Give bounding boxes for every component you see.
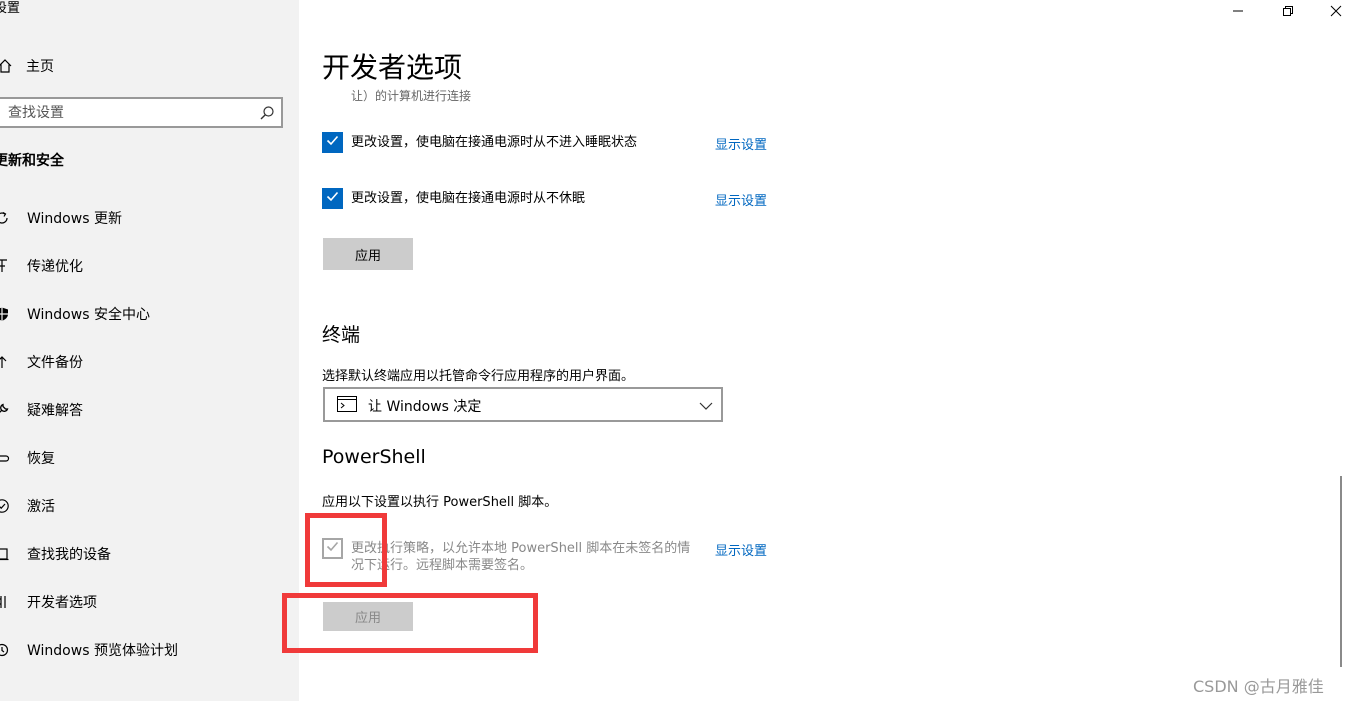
terminal-heading: 终端 [322, 324, 361, 346]
terminal-icon [337, 396, 357, 412]
no-hibernate-label: 更改设置，使电脑在接通电源时从不休眠 [351, 191, 586, 206]
check-circle-icon [0, 498, 10, 514]
show-settings-link[interactable]: 显示设置 [715, 190, 767, 209]
minimize-button[interactable] [1213, 0, 1263, 22]
restore-icon [1282, 2, 1294, 21]
powershell-heading: PowerShell [322, 446, 426, 468]
option-execution-policy: 更改执行策略，以允许本地 PowerShell 脚本在未签名的情况下运行。远程脚… [322, 538, 782, 578]
shield-icon [0, 306, 10, 322]
sidebar-item-security-center[interactable]: Windows 安全中心 [0, 294, 299, 334]
sidebar-home-label: 主页 [26, 59, 54, 75]
no-sleep-checkbox[interactable] [322, 132, 343, 153]
no-hibernate-checkbox[interactable] [322, 188, 343, 209]
checkmark-icon [325, 189, 340, 208]
developer-tools-icon [0, 594, 10, 610]
terminal-description: 选择默认终端应用以托管命令行应用程序的用户界面。 [322, 369, 635, 384]
sidebar-item-recovery[interactable]: 恢复 [0, 438, 299, 478]
sidebar-item-find-my-device[interactable]: 查找我的设备 [0, 534, 299, 574]
search-input[interactable] [0, 99, 250, 126]
sidebar-item-insider-program[interactable]: Windows 预览体验计划 [0, 630, 299, 670]
sidebar-item-windows-update[interactable]: Windows 更新 [0, 198, 299, 238]
home-icon [0, 57, 14, 75]
sidebar-item-label: 恢复 [27, 451, 55, 467]
checkmark-icon [325, 133, 340, 152]
delivery-optimization-icon [0, 258, 10, 274]
truncated-description: 让）的计算机进行连接 [351, 89, 472, 103]
app-title: 设置 [0, 1, 21, 16]
execution-policy-label: 更改执行策略，以允许本地 PowerShell 脚本在未签名的情况下运行。远程脚… [351, 541, 691, 573]
sidebar-item-delivery-optimization[interactable]: 传递优化 [0, 246, 299, 286]
sidebar-item-activation[interactable]: 激活 [0, 486, 299, 526]
sidebar-item-label: Windows 预览体验计划 [27, 643, 178, 659]
wrench-icon [0, 402, 10, 418]
restore-button[interactable] [1263, 0, 1313, 22]
page-title: 开发者选项 [322, 51, 463, 84]
sidebar-home[interactable]: 主页 [0, 52, 54, 80]
apply-button[interactable]: 应用 [323, 238, 413, 270]
option-no-sleep: 更改设置，使电脑在接通电源时从不进入睡眠状态 显示设置 [322, 132, 782, 154]
sidebar-item-troubleshoot[interactable]: 疑难解答 [0, 390, 299, 430]
watermark: CSDN @古月雅佳 [1193, 677, 1324, 696]
sidebar-item-label: 疑难解答 [27, 403, 83, 419]
close-icon [1330, 2, 1342, 21]
search-box[interactable] [0, 97, 283, 128]
sidebar-item-label: 开发者选项 [27, 595, 97, 611]
show-settings-link[interactable]: 显示设置 [715, 134, 767, 153]
scrollbar-thumb[interactable] [1340, 476, 1342, 667]
minimize-icon [1232, 2, 1244, 21]
settings-window: 设置 主页 更新和安全 Windows 更新 传递优化 [0, 0, 1345, 701]
find-device-icon [0, 546, 10, 562]
sidebar: 设置 主页 更新和安全 Windows 更新 传递优化 [0, 0, 299, 701]
section-title: 更新和安全 [0, 153, 64, 169]
terminal-dropdown-value: 让 Windows 决定 [368, 399, 482, 415]
close-button[interactable] [1311, 0, 1345, 22]
sidebar-item-label: 传递优化 [27, 259, 83, 275]
insider-icon [0, 642, 10, 658]
no-sleep-label: 更改设置，使电脑在接通电源时从不进入睡眠状态 [351, 135, 638, 150]
annotation-box-checkbox [305, 513, 387, 587]
chevron-down-icon [699, 398, 713, 412]
recovery-icon [0, 450, 10, 466]
sidebar-item-label: Windows 安全中心 [27, 307, 150, 323]
sidebar-item-label: 文件备份 [27, 355, 83, 371]
option-no-hibernate: 更改设置，使电脑在接通电源时从不休眠 显示设置 [322, 188, 782, 210]
sidebar-item-label: Windows 更新 [27, 211, 122, 227]
backup-arrow-icon [0, 354, 10, 370]
terminal-dropdown[interactable]: 让 Windows 决定 [323, 387, 723, 422]
annotation-box-apply [282, 593, 538, 653]
sidebar-item-label: 查找我的设备 [27, 547, 111, 563]
sidebar-item-label: 激活 [27, 499, 55, 515]
show-settings-link[interactable]: 显示设置 [715, 540, 767, 559]
sync-icon [0, 210, 10, 226]
search-icon[interactable] [259, 105, 275, 121]
sidebar-item-file-backup[interactable]: 文件备份 [0, 342, 299, 382]
powershell-description: 应用以下设置以执行 PowerShell 脚本。 [322, 495, 558, 510]
sidebar-item-developer-options[interactable]: 开发者选项 [0, 582, 299, 622]
